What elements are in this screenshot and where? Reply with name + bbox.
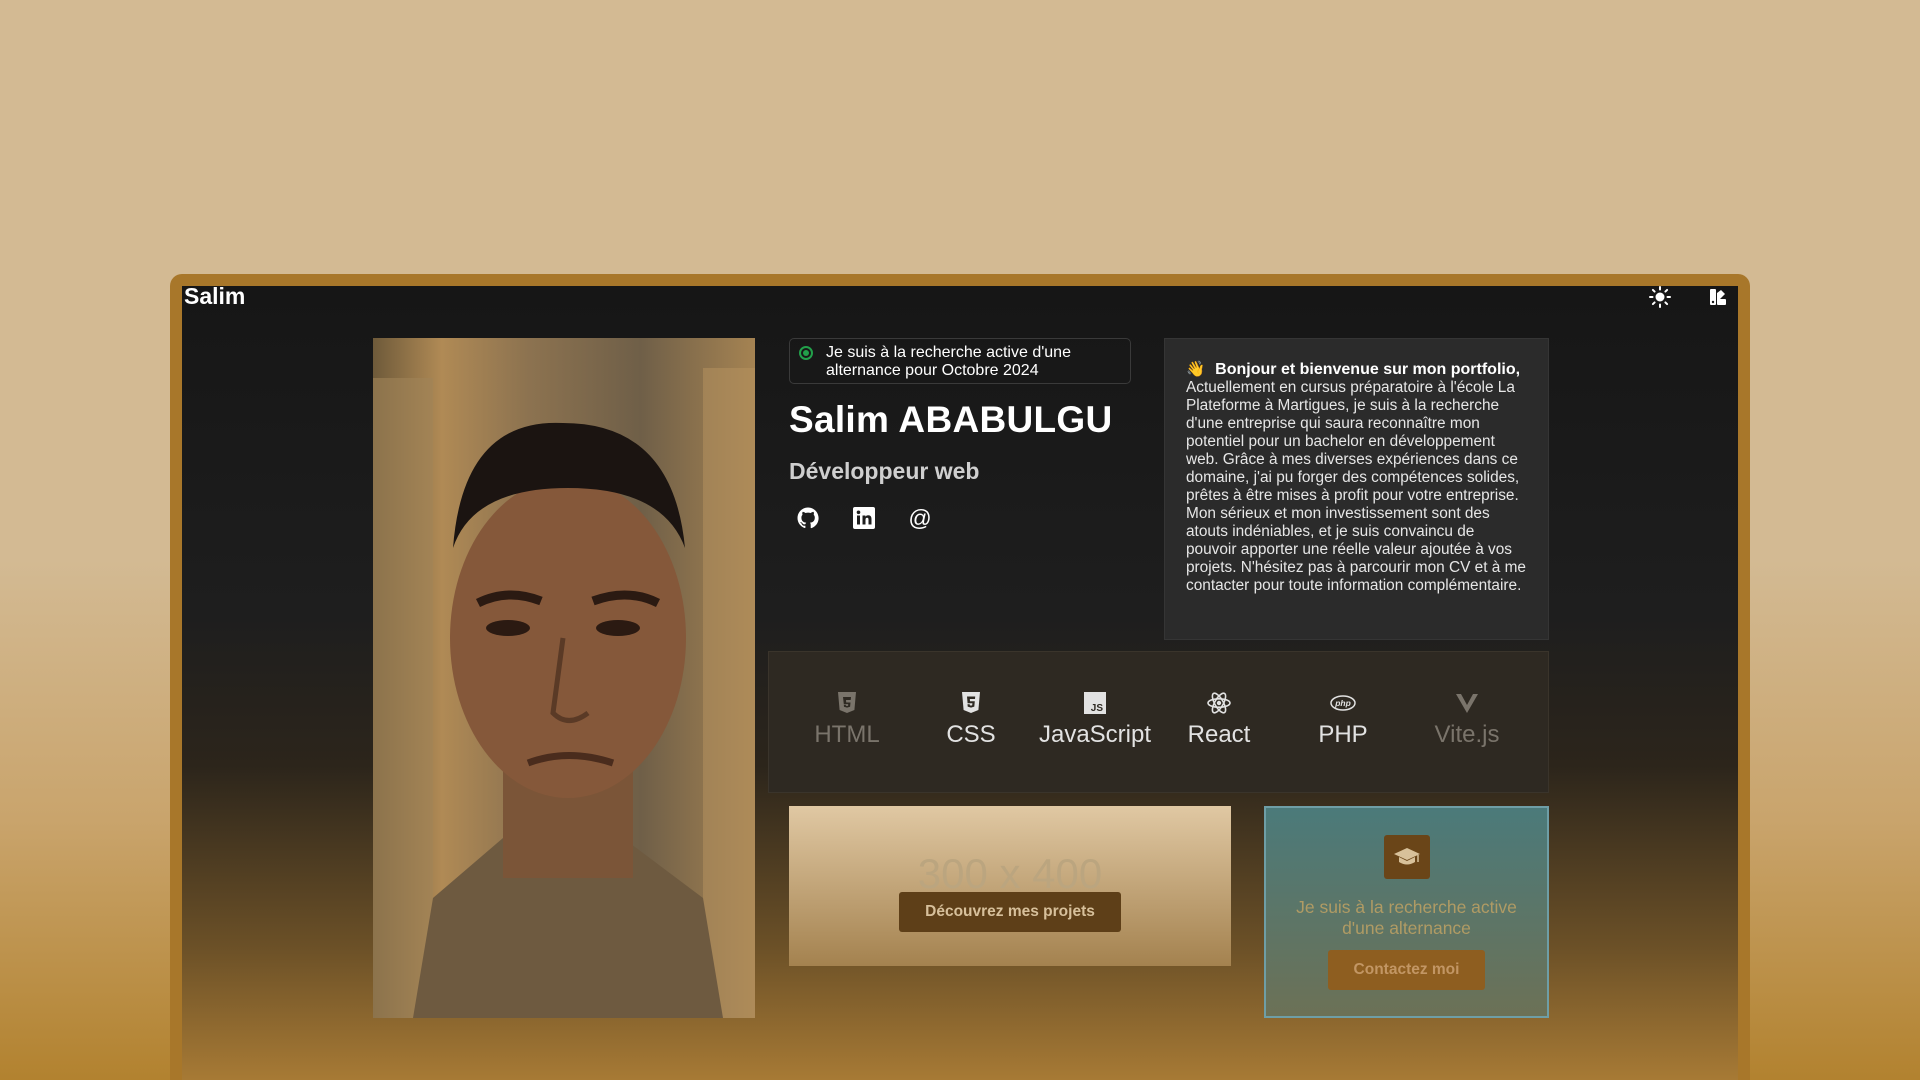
tech-html: HTML [785, 690, 909, 749]
status-dot-icon [799, 346, 813, 360]
availability-status: Je suis à la recherche active d'une alte… [789, 338, 1131, 384]
tech-label: HTML [814, 721, 880, 748]
svg-text:php: php [1334, 698, 1351, 708]
tech-react: React [1157, 690, 1281, 749]
profile-name: Salim ABABULGU [789, 399, 1113, 440]
social-links: @ [796, 505, 932, 531]
palette-icon[interactable] [1706, 286, 1730, 309]
javascript-icon: JS [1084, 692, 1106, 714]
svg-text:JS: JS [1091, 703, 1104, 714]
github-icon[interactable] [796, 506, 820, 530]
about-heading: Bonjour et bienvenue sur mon portfolio, [1215, 361, 1521, 378]
portfolio-screen: Salim Je suis à la recherche active d'un… [182, 286, 1738, 1080]
about-text: Actuellement en cursus préparatoire à l'… [1186, 379, 1526, 594]
tech-vite: Vite.js [1405, 690, 1529, 749]
tech-label: Vite.js [1434, 721, 1500, 748]
alternance-text: Je suis à la recherche active d'une alte… [1296, 897, 1517, 938]
discover-projects-button[interactable]: Découvrez mes projets [899, 892, 1121, 932]
status-text: Je suis à la recherche active d'une alte… [826, 344, 1071, 379]
contact-button[interactable]: Contactez moi [1328, 950, 1485, 990]
php-icon: php [1330, 695, 1356, 711]
tech-php: php PHP [1281, 690, 1405, 749]
profile-photo [373, 338, 755, 1018]
tech-javascript: JS JavaScript [1033, 690, 1157, 749]
wave-icon: 👋 [1186, 361, 1206, 378]
tech-stack: HTML CSS JS JavaScript React php PHP Vit… [768, 651, 1549, 793]
css3-icon [962, 692, 980, 713]
vite-icon [1456, 694, 1478, 713]
graduation-cap-icon [1384, 835, 1430, 879]
alternance-card: Je suis à la recherche active d'une alte… [1264, 806, 1549, 1018]
tech-label: React [1187, 721, 1251, 748]
tech-label: JavaScript [1038, 721, 1152, 748]
react-icon [1207, 692, 1231, 714]
sun-icon[interactable] [1648, 286, 1672, 309]
placeholder-image-text: 300 x 400 [917, 850, 1103, 897]
about-card: 👋 Bonjour et bienvenue sur mon portfolio,… [1164, 338, 1549, 640]
profile-role: Développeur web [789, 458, 980, 484]
tech-label: PHP [1318, 721, 1368, 748]
tech-css: CSS [909, 690, 1033, 749]
device-frame: Salim Je suis à la recherche active d'un… [170, 274, 1750, 1080]
linkedin-icon[interactable] [852, 506, 876, 530]
html5-icon [838, 692, 856, 713]
email-icon[interactable]: @ [908, 505, 932, 531]
projects-card: 300 x 400 Découvrez mes projets [789, 806, 1231, 966]
tech-label: CSS [946, 721, 996, 748]
brand-logo[interactable]: Salim [184, 286, 245, 310]
